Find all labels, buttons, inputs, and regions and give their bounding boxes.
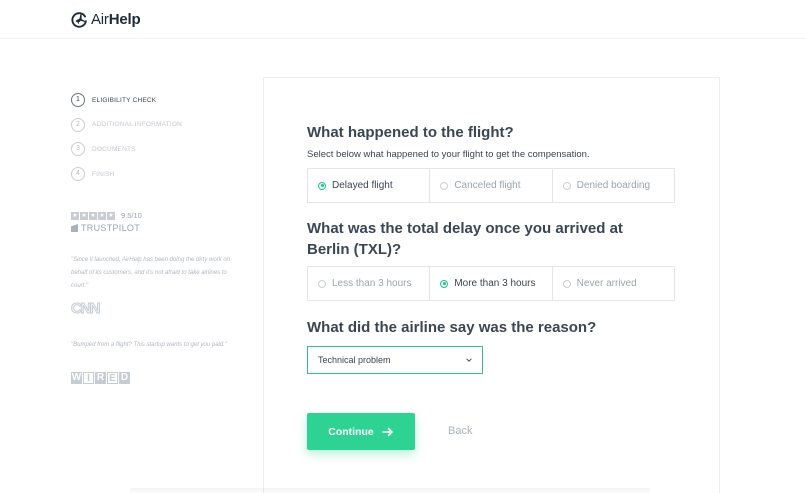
radio-icon [318, 279, 326, 288]
radio-icon [440, 181, 449, 190]
step-number: 1 [71, 93, 85, 107]
option-label: Delayed flight [332, 180, 393, 191]
option-denied-boarding[interactable]: Denied boarding [553, 169, 674, 202]
radio-icon [562, 279, 571, 288]
logo-text: AirHelp [91, 10, 141, 28]
trustpilot-rating: ★ ★ ★ ★ ★ 9.5/10 [71, 211, 142, 220]
progress-steps: 1 ELIGIBILITY CHECK 2 ADDITIONAL INFORMA… [71, 92, 246, 191]
trustpilot-icon [71, 224, 78, 232]
back-link[interactable]: Back [448, 425, 472, 437]
option-more-than-3-hours[interactable]: More than 3 hours [430, 267, 553, 300]
trustpilot-label: TRUSTPILOT [71, 223, 140, 233]
radio-selected-icon [318, 181, 326, 190]
top-bar: AirHelp [0, 0, 806, 39]
card-shadow [130, 488, 650, 493]
step-number: 3 [71, 142, 85, 157]
step-label: ADDITIONAL INFORMATION [92, 121, 182, 129]
option-label: Canceled flight [454, 180, 521, 191]
step-eligibility-check: 1 ELIGIBILITY CHECK [71, 92, 246, 108]
airhelp-logo[interactable]: AirHelp [71, 9, 141, 29]
rating-value: 9.5/10 [121, 211, 142, 220]
star-icon: ★ [71, 211, 79, 220]
option-less-than-3-hours[interactable]: Less than 3 hours [308, 267, 431, 300]
option-label: Denied boarding [576, 180, 651, 191]
question-flight-happened: What happened to the flight? [307, 124, 514, 141]
airhelp-logo-icon [71, 11, 87, 28]
star-icon: ★ [80, 211, 88, 220]
step-label: ELIGIBILITY CHECK [92, 96, 157, 104]
press-quote-cnn: "Since it launched, AirHelp has been doi… [71, 257, 230, 289]
option-never-arrived[interactable]: Never arrived [553, 267, 674, 300]
option-delayed-flight[interactable]: Delayed flight [308, 169, 431, 202]
step-documents: 3 DOCUMENTS [71, 141, 246, 157]
step-number: 2 [71, 117, 85, 132]
step-number: 4 [71, 167, 85, 182]
radio-selected-icon [440, 279, 449, 288]
option-canceled-flight[interactable]: Canceled flight [430, 169, 553, 202]
question-subtitle: Select below what happened to your fligh… [307, 149, 590, 160]
step-additional-information: 2 ADDITIONAL INFORMATION [71, 117, 246, 133]
press-quote-wired: "Bumped from a flight? This startup want… [71, 342, 228, 348]
option-label: Less than 3 hours [332, 278, 412, 289]
step-label: DOCUMENTS [92, 145, 136, 153]
wired-logo: WIRED [71, 372, 130, 384]
question-total-delay: What was the total delay once you arrive… [307, 220, 623, 258]
option-label: More than 3 hours [454, 278, 536, 289]
option-label: Never arrived [576, 278, 637, 289]
reason-select[interactable]: Technical problem [307, 346, 483, 374]
arrow-right-icon [381, 427, 393, 436]
continue-label: Continue [328, 425, 374, 438]
eligibility-form-card: What happened to the flight? Select belo… [263, 77, 720, 493]
radio-icon [562, 181, 571, 190]
step-label: FINISH [92, 170, 115, 178]
flight-issue-options: Delayed flight Canceled flight Denied bo… [307, 168, 675, 203]
delay-options: Less than 3 hours More than 3 hours Neve… [307, 266, 675, 301]
reason-select-value: Technical problem [318, 355, 391, 365]
chevron-down-icon [466, 358, 472, 362]
star-icon: ★ [98, 211, 106, 220]
rating-stars: ★ ★ ★ ★ ★ [71, 211, 116, 220]
continue-button[interactable]: Continue [307, 413, 415, 450]
question-airline-reason: What did the airline say was the reason? [307, 319, 597, 336]
star-icon: ★ [107, 211, 115, 220]
star-icon: ★ [89, 211, 97, 220]
trustpilot-text: TRUSTPILOT [81, 223, 141, 233]
step-finish: 4 FINISH [71, 166, 246, 182]
cnn-logo: CNN [71, 300, 102, 318]
